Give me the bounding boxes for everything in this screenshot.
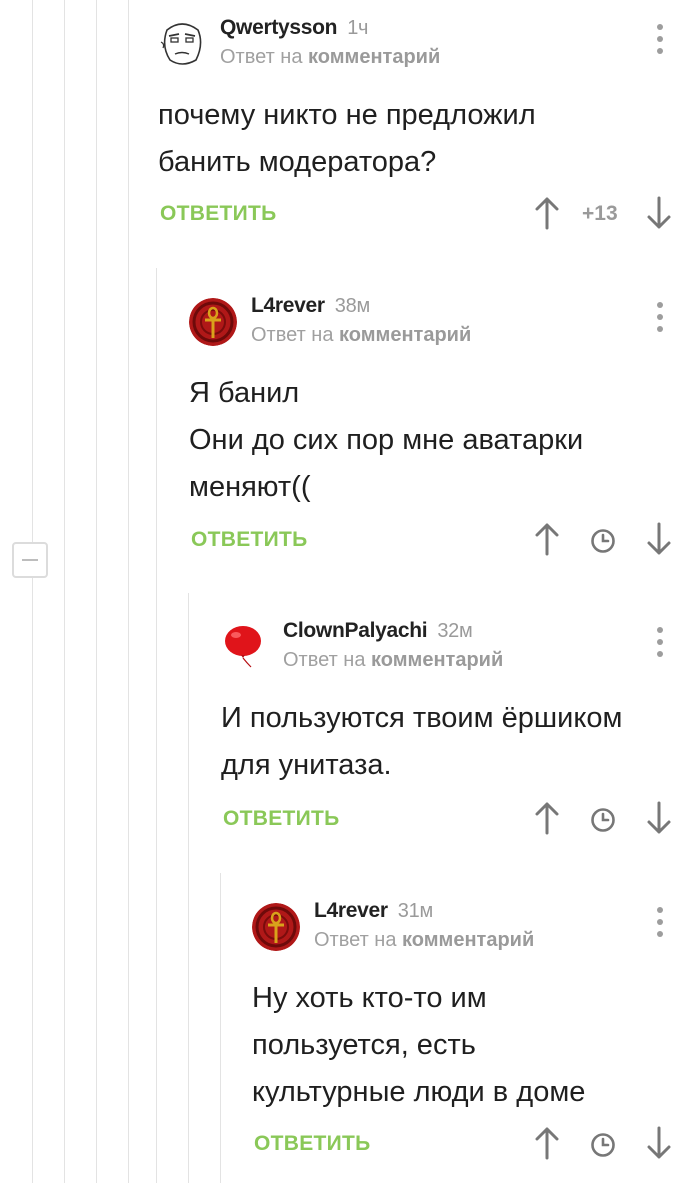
reply-button[interactable]: ОТВЕТИТЬ (191, 528, 308, 552)
comment-rating: +13 (582, 202, 618, 225)
reply-button[interactable]: ОТВЕТИТЬ (254, 1132, 371, 1156)
thread-line (96, 0, 97, 1183)
thread-line (64, 0, 65, 1183)
more-options-icon[interactable] (650, 300, 670, 334)
thread-line (32, 0, 33, 1183)
clock-icon (591, 529, 615, 553)
comment-text: Ну хоть кто-то им пользуется, есть культ… (252, 982, 586, 1108)
ankh-icon (189, 298, 237, 346)
comment: ClownPalyachi 32м Ответ на комментарий И … (221, 619, 679, 843)
comment: L4rever 38м Ответ на комментарий Я банил … (189, 294, 679, 558)
parent-comment-link[interactable]: комментарий (402, 929, 534, 951)
comment-author[interactable]: Qwertysson 1ч (220, 16, 368, 40)
comment-text: почему никто не предложил банить модерат… (158, 99, 536, 178)
avatar[interactable] (158, 20, 206, 68)
comment: L4rever 31м Ответ на комментарий Ну хоть … (252, 899, 679, 1173)
parent-comment-link[interactable]: комментарий (371, 649, 503, 671)
reply-to-line: Ответ на комментарий (314, 929, 535, 951)
vote-up-icon[interactable] (534, 801, 560, 835)
more-options-icon[interactable] (650, 625, 670, 659)
clock-icon (591, 1133, 615, 1157)
comment-time: 1ч (347, 17, 369, 39)
avatar[interactable] (221, 623, 269, 671)
vote-down-icon[interactable] (646, 522, 672, 556)
avatar[interactable] (189, 298, 237, 346)
reply-to-line: Ответ на комментарий (251, 324, 472, 346)
thread-line (188, 593, 189, 1183)
parent-comment-link[interactable]: комментарий (308, 46, 440, 68)
comment-text: И пользуются твоим ёршиком для унитаза. (221, 702, 623, 781)
vote-up-icon[interactable] (534, 1126, 560, 1160)
reply-to-line: Ответ на комментарий (220, 46, 441, 68)
thread-line (156, 268, 157, 1183)
vote-up-icon[interactable] (534, 522, 560, 556)
red-balloon-icon (225, 626, 261, 668)
vote-up-icon[interactable] (534, 196, 560, 230)
comment: Qwertysson 1ч Ответ на комментарий почему… (158, 16, 678, 240)
comment-text: Я банил Они до сих пор мне аватарки меня… (189, 377, 584, 503)
vote-down-icon[interactable] (646, 196, 672, 230)
reply-to-line: Ответ на комментарий (283, 649, 504, 671)
vote-down-icon[interactable] (646, 1126, 672, 1160)
reply-button[interactable]: ОТВЕТИТЬ (223, 807, 340, 831)
comment-author[interactable]: L4rever 38м (251, 294, 370, 318)
more-options-icon[interactable] (650, 905, 670, 939)
parent-comment-link[interactable]: комментарий (339, 324, 471, 346)
vote-down-icon[interactable] (646, 801, 672, 835)
reply-button[interactable]: ОТВЕТИТЬ (160, 202, 277, 226)
comment-time: 38м (334, 295, 370, 317)
comment-author[interactable]: ClownPalyachi 32м (283, 619, 473, 643)
collapse-thread-button[interactable] (12, 542, 48, 578)
comment-time: 31м (397, 900, 433, 922)
thread-line (128, 0, 129, 1183)
comment-time: 32м (437, 620, 473, 642)
comment-author[interactable]: L4rever 31м (314, 899, 433, 923)
avatar[interactable] (252, 903, 300, 951)
more-options-icon[interactable] (650, 22, 670, 56)
troll-face-icon (158, 20, 206, 68)
clock-icon (591, 808, 615, 832)
ankh-icon (252, 903, 300, 951)
thread-line (220, 873, 221, 1183)
